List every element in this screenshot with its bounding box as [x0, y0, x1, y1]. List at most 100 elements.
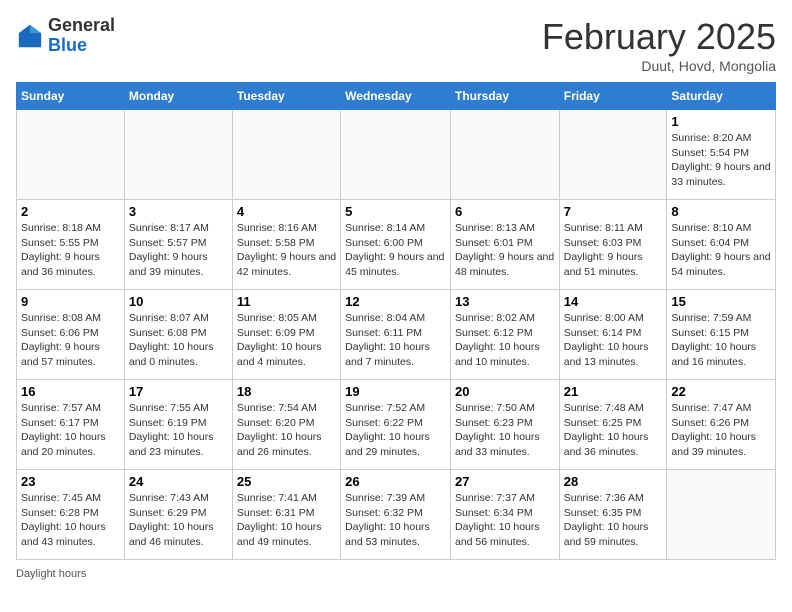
- calendar-cell: [667, 470, 776, 560]
- logo-icon: [16, 22, 44, 50]
- calendar-cell: 12 Sunrise: 8:04 AM Sunset: 6:11 PM Dayli…: [341, 290, 451, 380]
- day-number: 16: [21, 384, 120, 399]
- daylight-label: Daylight hours: [16, 568, 86, 580]
- calendar-cell: [17, 110, 125, 200]
- calendar-cell: 20 Sunrise: 7:50 AM Sunset: 6:23 PM Dayli…: [450, 380, 559, 470]
- day-info: Sunrise: 7:36 AM Sunset: 6:35 PM Dayligh…: [564, 491, 663, 550]
- calendar-week-0: 1Sunrise: 8:20 AM Sunset: 5:54 PM Daylig…: [17, 110, 776, 200]
- day-number: 24: [129, 474, 228, 489]
- calendar-cell: 17 Sunrise: 7:55 AM Sunset: 6:19 PM Dayli…: [124, 380, 232, 470]
- logo-general-text: General: [48, 16, 115, 36]
- location-subtitle: Duut, Hovd, Mongolia: [542, 58, 776, 74]
- calendar-cell: 5 Sunrise: 8:14 AM Sunset: 6:00 PM Daylig…: [341, 200, 451, 290]
- day-info: Sunrise: 8:17 AM Sunset: 5:57 PM Dayligh…: [129, 221, 228, 280]
- calendar-cell: 3Sunrise: 8:17 AM Sunset: 5:57 PM Daylig…: [124, 200, 232, 290]
- calendar-cell: 21 Sunrise: 7:48 AM Sunset: 6:25 PM Dayli…: [559, 380, 667, 470]
- calendar-cell: 6 Sunrise: 8:13 AM Sunset: 6:01 PM Daylig…: [450, 200, 559, 290]
- day-number: 2: [21, 204, 120, 219]
- calendar-cell: 18 Sunrise: 7:54 AM Sunset: 6:20 PM Dayli…: [232, 380, 340, 470]
- calendar-cell: 16 Sunrise: 7:57 AM Sunset: 6:17 PM Dayli…: [17, 380, 125, 470]
- day-info: Sunrise: 8:11 AM Sunset: 6:03 PM Dayligh…: [564, 221, 663, 280]
- day-info: Sunrise: 8:18 AM Sunset: 5:55 PM Dayligh…: [21, 221, 120, 280]
- weekday-sunday: Sunday: [17, 83, 125, 110]
- calendar-cell: 13 Sunrise: 8:02 AM Sunset: 6:12 PM Dayli…: [450, 290, 559, 380]
- day-number: 9: [21, 294, 120, 309]
- day-number: 22: [671, 384, 771, 399]
- calendar-cell: 1Sunrise: 8:20 AM Sunset: 5:54 PM Daylig…: [667, 110, 776, 200]
- calendar-cell: 15Sunrise: 7:59 AM Sunset: 6:15 PM Dayli…: [667, 290, 776, 380]
- month-title: February 2025: [542, 16, 776, 58]
- calendar-cell: 24 Sunrise: 7:43 AM Sunset: 6:29 PM Dayli…: [124, 470, 232, 560]
- day-info: Sunrise: 7:48 AM Sunset: 6:25 PM Dayligh…: [564, 401, 663, 460]
- day-number: 8: [671, 204, 771, 219]
- day-info: Sunrise: 8:14 AM Sunset: 6:00 PM Dayligh…: [345, 221, 446, 280]
- day-number: 17: [129, 384, 228, 399]
- calendar-cell: 11 Sunrise: 8:05 AM Sunset: 6:09 PM Dayli…: [232, 290, 340, 380]
- day-number: 7: [564, 204, 663, 219]
- day-info: Sunrise: 7:54 AM Sunset: 6:20 PM Dayligh…: [237, 401, 336, 460]
- calendar-cell: 27 Sunrise: 7:37 AM Sunset: 6:34 PM Dayli…: [450, 470, 559, 560]
- day-number: 23: [21, 474, 120, 489]
- calendar-cell: 10 Sunrise: 8:07 AM Sunset: 6:08 PM Dayli…: [124, 290, 232, 380]
- day-number: 19: [345, 384, 446, 399]
- day-number: 6: [455, 204, 555, 219]
- weekday-tuesday: Tuesday: [232, 83, 340, 110]
- day-info: Sunrise: 8:02 AM Sunset: 6:12 PM Dayligh…: [455, 311, 555, 370]
- day-info: Sunrise: 8:13 AM Sunset: 6:01 PM Dayligh…: [455, 221, 555, 280]
- day-info: Sunrise: 7:39 AM Sunset: 6:32 PM Dayligh…: [345, 491, 446, 550]
- calendar-cell: 2 Sunrise: 8:18 AM Sunset: 5:55 PM Daylig…: [17, 200, 125, 290]
- calendar-week-1: 2 Sunrise: 8:18 AM Sunset: 5:55 PM Daylig…: [17, 200, 776, 290]
- day-info: Sunrise: 7:37 AM Sunset: 6:34 PM Dayligh…: [455, 491, 555, 550]
- day-info: Sunrise: 8:05 AM Sunset: 6:09 PM Dayligh…: [237, 311, 336, 370]
- day-number: 20: [455, 384, 555, 399]
- day-number: 10: [129, 294, 228, 309]
- day-info: Sunrise: 7:55 AM Sunset: 6:19 PM Dayligh…: [129, 401, 228, 460]
- day-info: Sunrise: 7:50 AM Sunset: 6:23 PM Dayligh…: [455, 401, 555, 460]
- calendar-week-4: 23 Sunrise: 7:45 AM Sunset: 6:28 PM Dayli…: [17, 470, 776, 560]
- day-number: 26: [345, 474, 446, 489]
- calendar-week-3: 16 Sunrise: 7:57 AM Sunset: 6:17 PM Dayli…: [17, 380, 776, 470]
- day-number: 4: [237, 204, 336, 219]
- calendar-week-2: 9Sunrise: 8:08 AM Sunset: 6:06 PM Daylig…: [17, 290, 776, 380]
- day-number: 21: [564, 384, 663, 399]
- page-header: General Blue February 2025 Duut, Hovd, M…: [16, 16, 776, 74]
- day-number: 5: [345, 204, 446, 219]
- day-number: 27: [455, 474, 555, 489]
- day-number: 14: [564, 294, 663, 309]
- day-number: 12: [345, 294, 446, 309]
- day-info: Sunrise: 7:41 AM Sunset: 6:31 PM Dayligh…: [237, 491, 336, 550]
- day-number: 13: [455, 294, 555, 309]
- day-number: 18: [237, 384, 336, 399]
- weekday-friday: Friday: [559, 83, 667, 110]
- day-number: 1: [671, 114, 771, 129]
- calendar-cell: 23 Sunrise: 7:45 AM Sunset: 6:28 PM Dayli…: [17, 470, 125, 560]
- weekday-wednesday: Wednesday: [341, 83, 451, 110]
- day-number: 25: [237, 474, 336, 489]
- calendar-cell: [232, 110, 340, 200]
- weekday-thursday: Thursday: [450, 83, 559, 110]
- day-info: Sunrise: 7:45 AM Sunset: 6:28 PM Dayligh…: [21, 491, 120, 550]
- calendar-cell: 14 Sunrise: 8:00 AM Sunset: 6:14 PM Dayli…: [559, 290, 667, 380]
- calendar-table: SundayMondayTuesdayWednesdayThursdayFrid…: [16, 82, 776, 560]
- day-info: Sunrise: 8:16 AM Sunset: 5:58 PM Dayligh…: [237, 221, 336, 280]
- weekday-header-row: SundayMondayTuesdayWednesdayThursdayFrid…: [17, 83, 776, 110]
- day-info: Sunrise: 7:43 AM Sunset: 6:29 PM Dayligh…: [129, 491, 228, 550]
- day-info: Sunrise: 8:00 AM Sunset: 6:14 PM Dayligh…: [564, 311, 663, 370]
- title-block: February 2025 Duut, Hovd, Mongolia: [542, 16, 776, 74]
- logo: General Blue: [16, 16, 115, 56]
- calendar-cell: [450, 110, 559, 200]
- calendar-cell: 9Sunrise: 8:08 AM Sunset: 6:06 PM Daylig…: [17, 290, 125, 380]
- calendar-cell: 22Sunrise: 7:47 AM Sunset: 6:26 PM Dayli…: [667, 380, 776, 470]
- day-number: 15: [671, 294, 771, 309]
- weekday-saturday: Saturday: [667, 83, 776, 110]
- calendar-cell: 28Sunrise: 7:36 AM Sunset: 6:35 PM Dayli…: [559, 470, 667, 560]
- calendar-cell: 19Sunrise: 7:52 AM Sunset: 6:22 PM Dayli…: [341, 380, 451, 470]
- calendar-cell: 8Sunrise: 8:10 AM Sunset: 6:04 PM Daylig…: [667, 200, 776, 290]
- day-number: 11: [237, 294, 336, 309]
- day-info: Sunrise: 8:07 AM Sunset: 6:08 PM Dayligh…: [129, 311, 228, 370]
- calendar-cell: [559, 110, 667, 200]
- logo-blue-text: Blue: [48, 36, 115, 56]
- day-info: Sunrise: 8:04 AM Sunset: 6:11 PM Dayligh…: [345, 311, 446, 370]
- day-info: Sunrise: 7:57 AM Sunset: 6:17 PM Dayligh…: [21, 401, 120, 460]
- calendar-cell: [124, 110, 232, 200]
